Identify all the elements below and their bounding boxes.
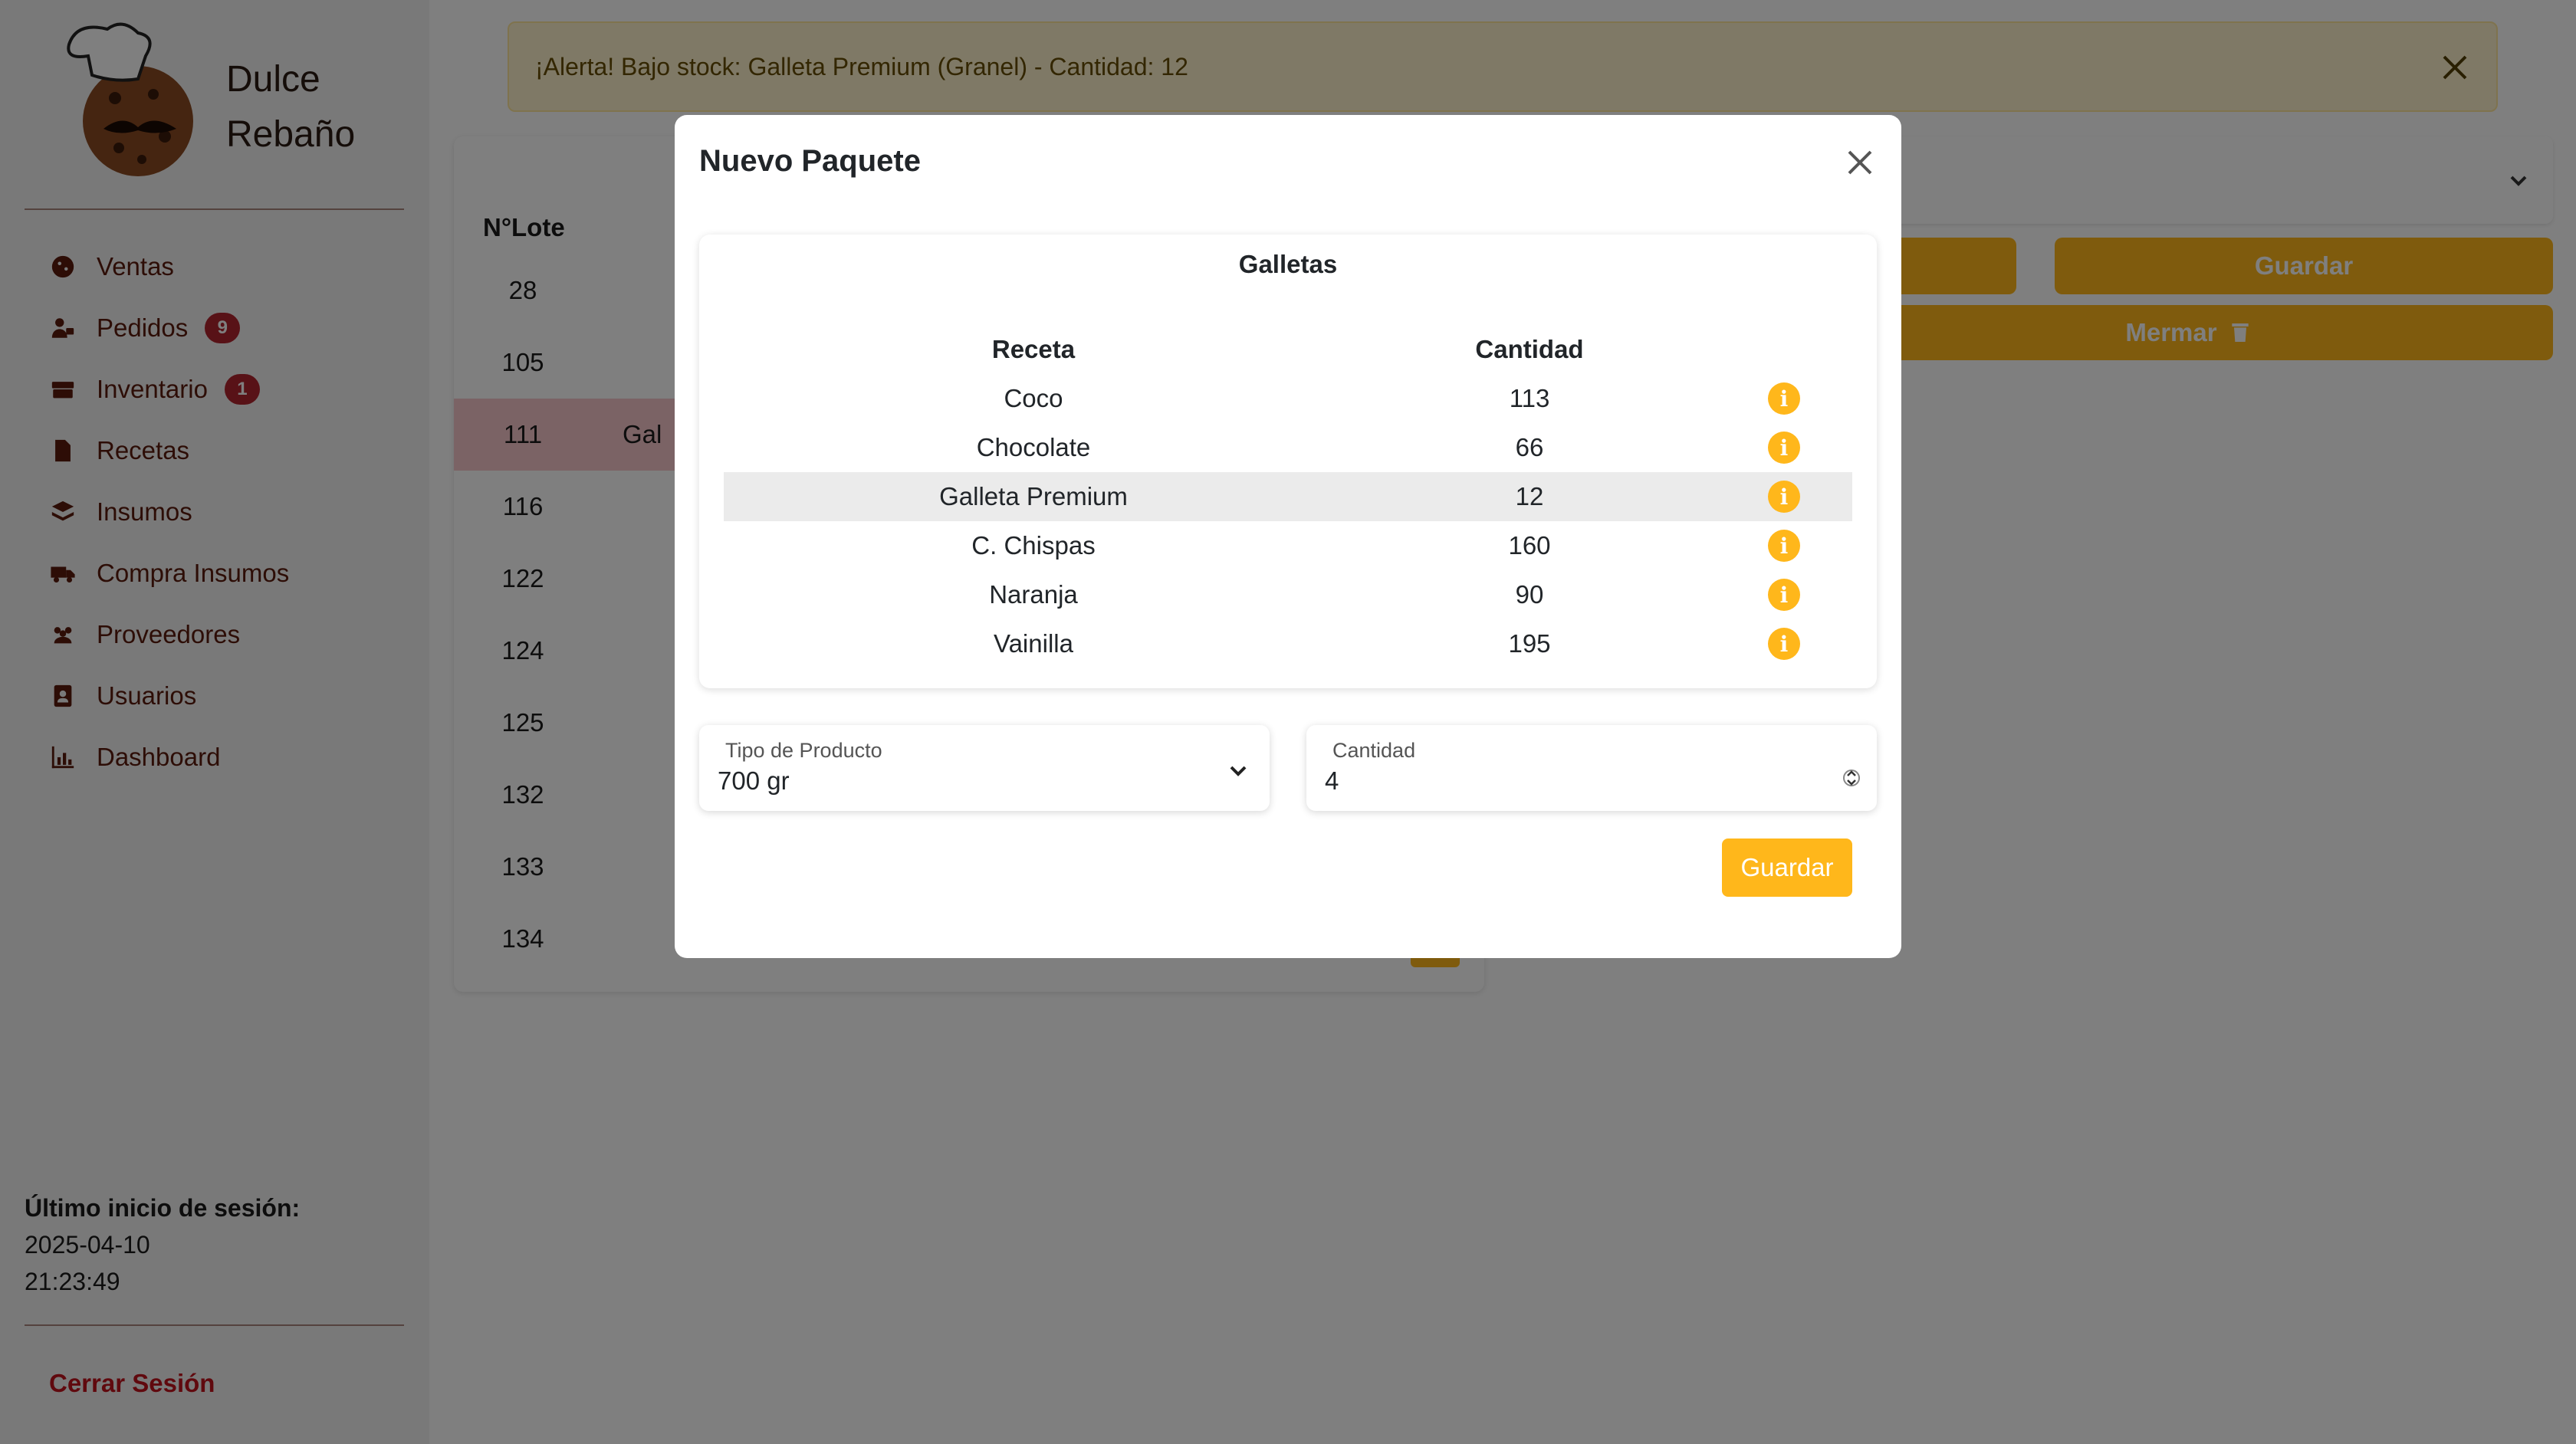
product-type-select[interactable]: Tipo de Producto 700 gr [699,725,1270,811]
info-icon[interactable]: i [1768,579,1800,611]
spinner-arrows-icon[interactable] [1843,765,1860,791]
recipe-qty: 66 [1515,433,1544,461]
info-icon[interactable]: i [1768,481,1800,513]
recipe-name: C. Chispas [971,531,1096,560]
table-row: Coco 113 i [724,374,1852,423]
recipe-name: Chocolate [976,433,1091,461]
field-value: 4 [1325,766,1339,795]
recipe-name: Naranja [989,580,1078,609]
close-icon[interactable] [1840,143,1880,182]
recipes-table: Receta Cantidad Coco 113 i Chocolate 66 … [724,325,1852,668]
col-recipe: Receta [991,335,1076,363]
info-icon[interactable]: i [1768,382,1800,415]
recipe-qty: 160 [1508,531,1551,560]
info-icon[interactable]: i [1768,530,1800,562]
recipe-name: Galleta Premium [939,482,1128,510]
field-label: Cantidad [1332,739,1416,762]
table-row: Vainilla 195 i [724,619,1852,668]
cookies-stock-card: Galletas Receta Cantidad Coco 113 i Choc… [699,235,1877,688]
table-row: Naranja 90 i [724,570,1852,619]
table-row: C. Chispas 160 i [724,521,1852,570]
recipe-qty: 113 [1509,384,1550,412]
table-header: Receta Cantidad [724,325,1852,374]
save-button[interactable]: Guardar [1722,839,1852,897]
card-title: Galletas [1238,250,1338,278]
new-package-modal: Nuevo Paquete Galletas Receta Cantidad C… [675,115,1901,958]
recipe-name: Vainilla [994,629,1073,658]
field-value: 700 gr [718,766,790,795]
info-icon[interactable]: i [1768,432,1800,464]
info-icon[interactable]: i [1768,628,1800,660]
recipe-qty: 12 [1515,482,1544,510]
field-label: Tipo de Producto [725,739,882,762]
recipe-name: Coco [1004,384,1063,412]
table-row-highlighted: Galleta Premium 12 i [724,472,1852,521]
recipe-qty: 90 [1515,580,1544,609]
col-qty: Cantidad [1475,335,1584,363]
quantity-stepper[interactable]: Cantidad 4 [1306,725,1877,811]
chevron-down-icon [1230,766,1247,776]
modal-title: Nuevo Paquete [699,144,921,178]
recipe-qty: 195 [1508,629,1551,658]
table-row: Chocolate 66 i [724,423,1852,472]
